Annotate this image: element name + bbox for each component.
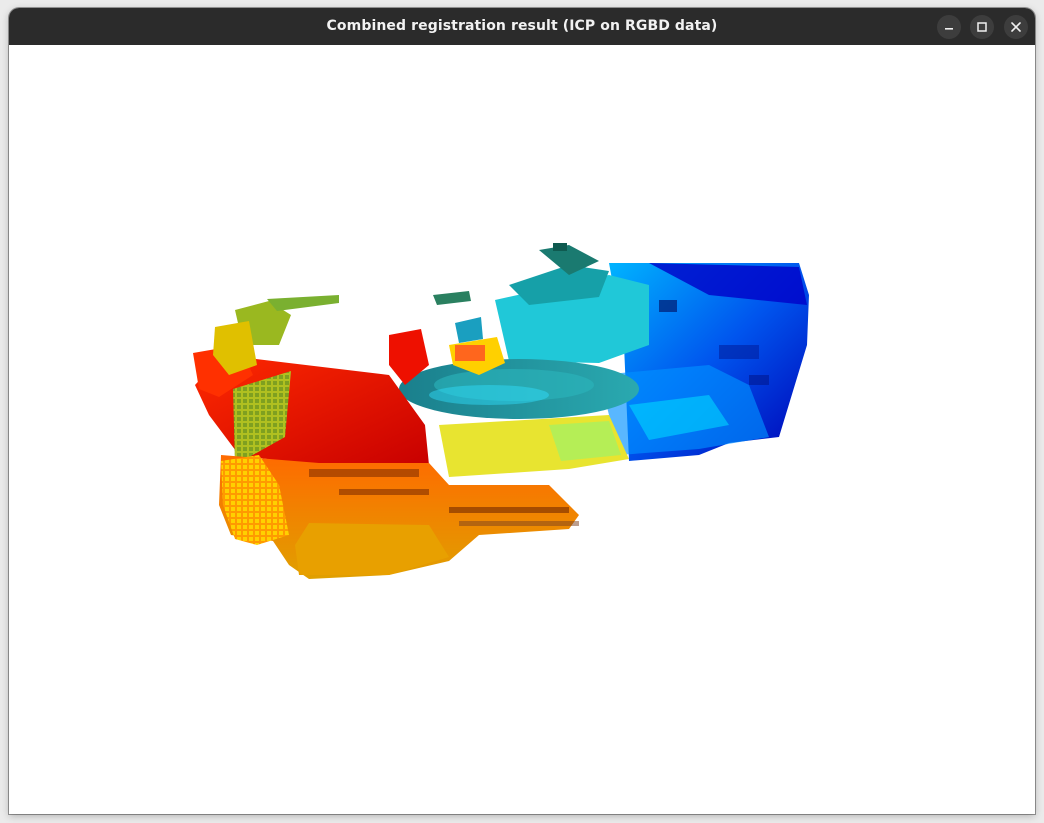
minimize-button[interactable]	[937, 15, 961, 39]
3d-viewport[interactable]	[9, 45, 1035, 814]
minimize-icon	[945, 28, 953, 30]
application-window: Combined registration result (ICP on RGB…	[9, 8, 1035, 814]
maximize-icon	[977, 22, 987, 32]
close-icon	[1011, 22, 1021, 32]
window-title: Combined registration result (ICP on RGB…	[326, 18, 718, 34]
title-bar[interactable]: Combined registration result (ICP on RGB…	[9, 8, 1035, 45]
maximize-button[interactable]	[970, 15, 994, 39]
point-cloud-render	[193, 243, 809, 579]
close-button[interactable]	[1004, 15, 1028, 39]
cloud-orange-region	[219, 455, 579, 579]
cloud-teal-disc	[399, 359, 639, 419]
